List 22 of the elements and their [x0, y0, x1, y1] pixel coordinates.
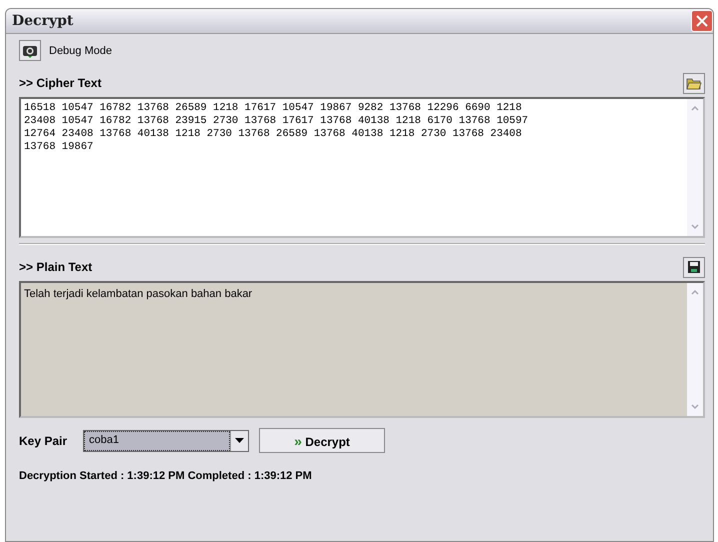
close-icon — [696, 15, 708, 27]
plain-text: Telah terjadi kelambatan pasokan bahan bakar — [23, 287, 254, 302]
folder-icon — [686, 76, 702, 90]
key-pair-dropdown[interactable]: coba1 — [83, 430, 250, 452]
cipher-text-field[interactable] — [19, 97, 705, 238]
window-title: Decrypt — [12, 13, 74, 29]
scrollbar[interactable] — [687, 283, 703, 416]
plain-text-label: >> Plain Text — [19, 260, 92, 274]
save-button[interactable] — [683, 256, 705, 278]
camera-button[interactable] — [19, 40, 41, 61]
open-file-button[interactable] — [683, 72, 705, 94]
dropdown-arrow-icon — [235, 438, 244, 444]
plain-text-field[interactable]: Telah terjadi kelambatan pasokan bahan bakar — [19, 281, 705, 418]
cipher-text: 16518 10547 16782 13768 26589 1218 17617 10547 19867 9282 13768 12296 6690 1218 23408 10547 16782 13768 23915 2730 13768 17617 13768 40138 1218 6170 13768 10597 12764 23408 13768 40138 1218 2730 13768 26589 13768 40138 1218 2730 13768 23408 13768 19867 — [23, 101, 530, 155]
scrollbar[interactable] — [687, 99, 703, 236]
camera-icon — [22, 44, 38, 58]
debug-mode-label: Debug Mode — [49, 44, 112, 56]
decrypt-button[interactable]: » Decrypt — [259, 428, 386, 453]
cipher-text-label: >> Cipher Text — [19, 76, 102, 90]
key-pair-label: Key Pair — [19, 434, 68, 448]
status-text: Decryption Started : 1:39:12 PM Completed : 1:39:12 PM — [19, 470, 313, 482]
close-button[interactable] — [691, 10, 713, 32]
